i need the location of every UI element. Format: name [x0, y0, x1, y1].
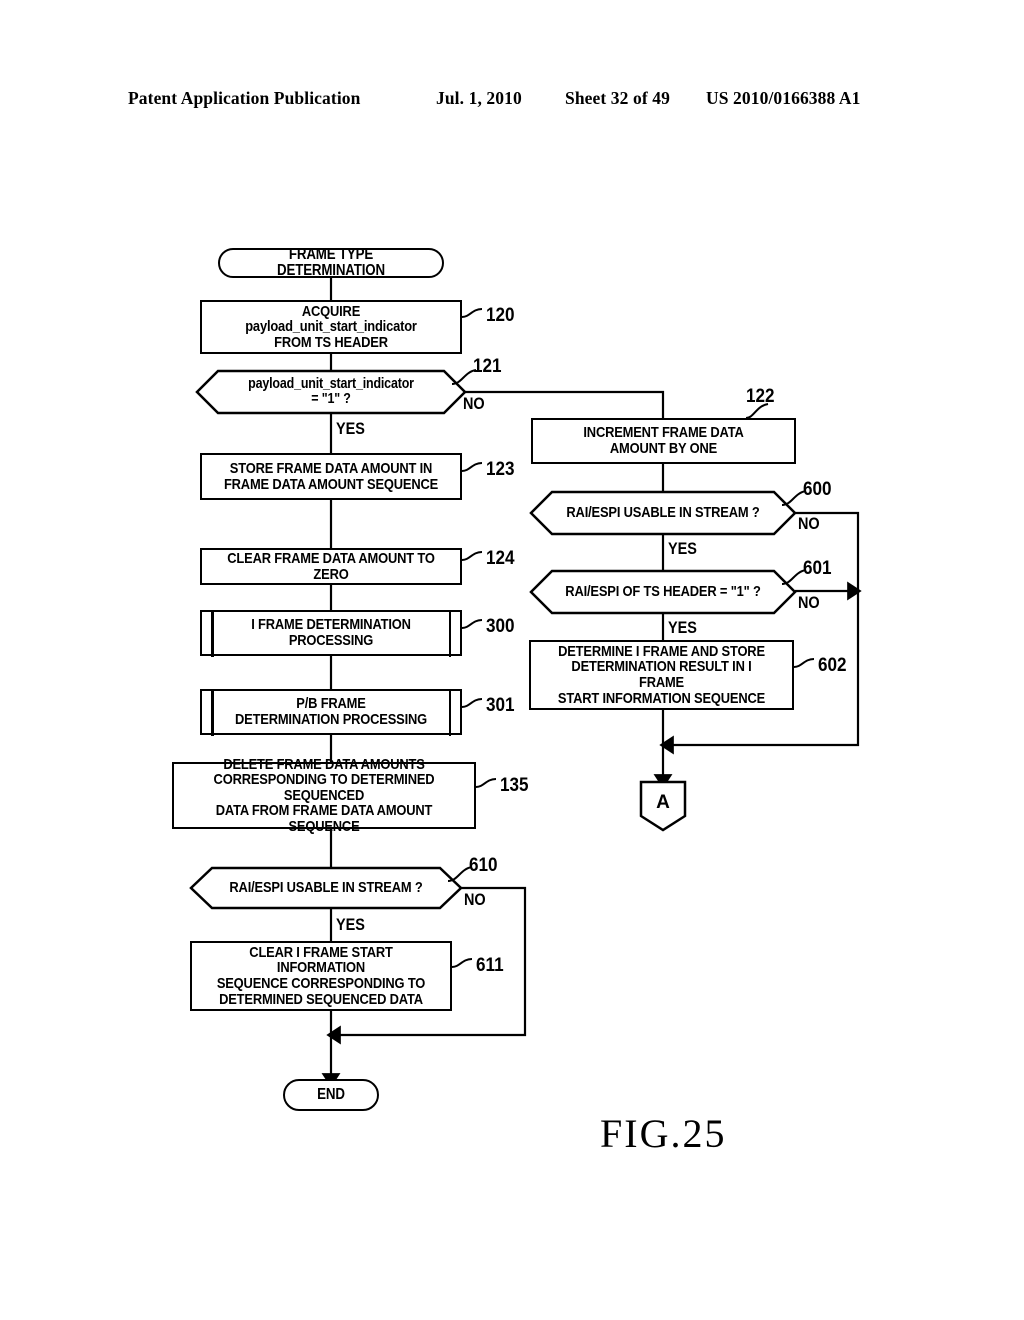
figure-caption: FIG.25	[600, 1111, 727, 1156]
terminator-end-label: END	[317, 1085, 345, 1103]
branch-label-600-no: NO	[798, 514, 820, 533]
ref-number-135: 135	[500, 775, 529, 796]
process-602-label: DETERMINE I FRAME AND STORE DETERMINATIO…	[557, 642, 766, 707]
predefined-process-300-label: I FRAME DETERMINATION PROCESSING	[251, 616, 411, 649]
process-124-label: CLEAR FRAME DATA AMOUNT TO ZERO	[227, 549, 435, 583]
branch-label-121-no: NO	[463, 394, 485, 413]
predefined-process-301-label: P/B FRAME DETERMINATION PROCESSING	[234, 695, 428, 728]
ref-number-602: 602	[818, 655, 847, 676]
decision-601-label: RAI/ESPI OF TS HEADER = "1" ?	[565, 583, 761, 601]
process-123-label: STORE FRAME DATA AMOUNT IN FRAME DATA AM…	[223, 459, 439, 493]
predefined-process-301[interactable]: P/B FRAME DETERMINATION PROCESSING	[200, 688, 462, 736]
decision-601[interactable]: RAI/ESPI OF TS HEADER = "1" ?	[529, 569, 797, 615]
ref-number-124: 124	[486, 548, 515, 569]
decision-121-label: payload_unit_start_indicator = "1" ?	[248, 375, 414, 407]
process-120-label: ACQUIRE payload_unit_start_indicator FRO…	[245, 302, 417, 351]
decision-610-label: RAI/ESPI USABLE IN STREAM ?	[229, 879, 423, 897]
branch-label-610-no: NO	[464, 890, 486, 909]
process-611[interactable]: CLEAR I FRAME START INFORMATION SEQUENCE…	[190, 941, 452, 1011]
process-135-label: DELETE FRAME DATA AMOUNTS CORRESPONDING …	[213, 755, 435, 835]
ref-number-601: 601	[803, 558, 832, 579]
process-122-label: INCREMENT FRAME DATA AMOUNT BY ONE	[583, 424, 744, 457]
branch-label-601-yes: YES	[668, 618, 697, 637]
ref-number-300: 300	[486, 616, 515, 637]
branch-label-121-yes: YES	[336, 419, 365, 438]
branch-label-600-yes: YES	[668, 539, 697, 558]
decision-600-label: RAI/ESPI USABLE IN STREAM ?	[566, 504, 760, 522]
process-122[interactable]: INCREMENT FRAME DATA AMOUNT BY ONE	[531, 418, 796, 464]
terminator-start[interactable]: FRAME TYPE DETERMINATION	[218, 245, 444, 279]
connector-a[interactable]: A	[639, 780, 687, 832]
terminator-start-label: FRAME TYPE DETERMINATION	[277, 245, 385, 279]
branch-label-601-no: NO	[798, 593, 820, 612]
decision-121[interactable]: payload_unit_start_indicator = "1" ?	[195, 369, 467, 415]
process-611-label: CLEAR I FRAME START INFORMATION SEQUENCE…	[216, 943, 426, 1008]
ref-number-120: 120	[486, 305, 515, 326]
process-602[interactable]: DETERMINE I FRAME AND STORE DETERMINATIO…	[529, 640, 794, 710]
ref-number-611: 611	[476, 955, 504, 976]
flowchart-connectors	[321, 277, 862, 1088]
process-135[interactable]: DELETE FRAME DATA AMOUNTS CORRESPONDING …	[172, 755, 476, 835]
ref-number-122: 122	[746, 386, 775, 407]
decision-610[interactable]: RAI/ESPI USABLE IN STREAM ?	[189, 866, 463, 910]
ref-number-121: 121	[473, 356, 502, 377]
predefined-process-300[interactable]: I FRAME DETERMINATION PROCESSING	[200, 609, 462, 657]
process-123[interactable]: STORE FRAME DATA AMOUNT IN FRAME DATA AM…	[200, 453, 462, 500]
ref-number-600: 600	[803, 479, 832, 500]
ref-number-301: 301	[486, 695, 515, 716]
flowchart-figure: FRAME TYPE DETERMINATION ACQUIRE payload…	[0, 0, 1024, 1320]
terminator-end[interactable]: END	[283, 1079, 379, 1111]
ref-number-123: 123	[486, 459, 515, 480]
process-124[interactable]: CLEAR FRAME DATA AMOUNT TO ZERO	[200, 548, 462, 585]
connector-a-label: A	[656, 792, 670, 813]
decision-600[interactable]: RAI/ESPI USABLE IN STREAM ?	[529, 490, 797, 536]
process-120[interactable]: ACQUIRE payload_unit_start_indicator FRO…	[200, 300, 462, 354]
ref-number-610: 610	[469, 855, 498, 876]
branch-label-610-yes: YES	[336, 915, 365, 934]
